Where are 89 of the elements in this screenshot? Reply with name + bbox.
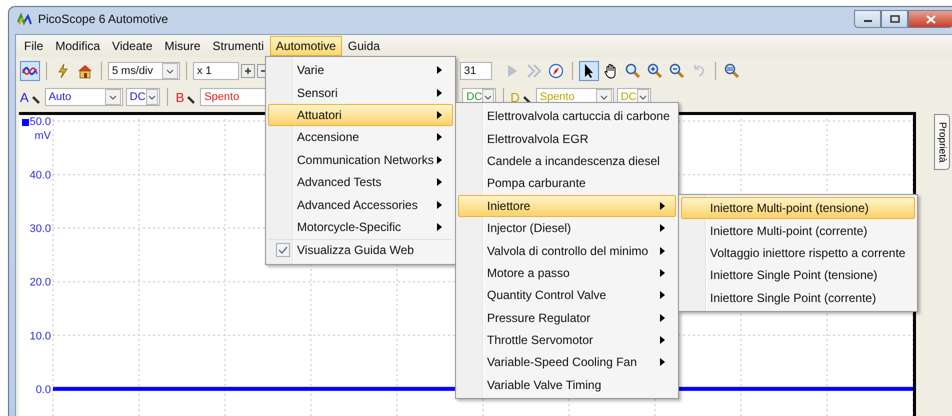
- y-tick-label: 40.0: [30, 170, 51, 182]
- zoom-in-icon[interactable]: [645, 61, 665, 81]
- menu-item[interactable]: Accensione: [268, 126, 453, 149]
- submenu-arrow-icon: [660, 291, 665, 300]
- menu-item[interactable]: Elettrovalvola EGR: [458, 127, 676, 150]
- zoom-out-icon[interactable]: [667, 61, 687, 81]
- range-dropdown[interactable]: Auto: [44, 88, 123, 106]
- menu-item[interactable]: Videate: [106, 36, 159, 56]
- channel-letter: B: [176, 90, 184, 104]
- submenu-arrow-icon: [660, 358, 665, 366]
- timebase-dropdown[interactable]: 5 ms/div: [108, 62, 180, 80]
- menu-item[interactable]: Variable Valve Timing: [458, 374, 676, 396]
- submenu-arrow-icon: [660, 268, 665, 277]
- y-tick-label: 50.0: [30, 116, 51, 128]
- properties-tab[interactable]: Proprietà: [934, 114, 950, 170]
- menu-item[interactable]: Advanced Accessories: [268, 193, 453, 216]
- menu-item[interactable]: Visualizza Guida Web: [268, 239, 453, 262]
- zoom-icon[interactable]: [623, 61, 643, 81]
- maximize-button[interactable]: [881, 10, 908, 28]
- menu-item[interactable]: Communication Networks: [268, 148, 453, 171]
- y-tick-label: 20.0: [30, 276, 51, 289]
- menu-item[interactable]: Sensori: [268, 81, 453, 104]
- menu-item[interactable]: Automotive: [270, 36, 342, 56]
- menu-item[interactable]: File: [18, 36, 50, 56]
- waveform-icon: [17, 12, 33, 26]
- menu-item[interactable]: Iniettore: [458, 194, 676, 217]
- submenu-arrow-icon: [437, 88, 442, 97]
- menu-item[interactable]: Pressure Regulator: [458, 306, 676, 329]
- menu-item[interactable]: Iniettore Multi-point (tensione): [681, 197, 915, 220]
- close-button[interactable]: [908, 10, 952, 28]
- submenu-arrow-icon: [437, 178, 442, 186]
- multiplier-field[interactable]: x 1: [193, 62, 239, 80]
- menu-item[interactable]: Advanced Tests: [268, 170, 453, 194]
- menu-item[interactable]: Misure: [158, 36, 207, 56]
- menu-item[interactable]: Elettrovalvola cartuccia di carbone: [458, 105, 676, 128]
- channel-letter: D: [510, 90, 520, 104]
- submenu-arrow-icon: [437, 222, 442, 231]
- caret-icon: [600, 94, 608, 100]
- menu-item[interactable]: Variable-Speed Cooling Fan: [458, 351, 676, 374]
- channel-letter: A: [20, 90, 29, 104]
- maximize-icon: [890, 15, 900, 23]
- menu-item[interactable]: Guida: [342, 36, 386, 56]
- plus-icon: [244, 67, 252, 75]
- menu-item[interactable]: Strumenti: [206, 36, 270, 56]
- minimize-button[interactable]: [854, 10, 881, 28]
- submenu-arrow-icon: [660, 202, 665, 210]
- scope-mode-button[interactable]: [20, 61, 40, 81]
- menu-item[interactable]: Motorcycle-Specific: [268, 216, 453, 238]
- menu-item[interactable]: Throttle Servomotor: [458, 328, 676, 352]
- coupling-dropdown[interactable]: DC: [126, 88, 160, 106]
- caret-icon: [166, 68, 174, 74]
- plus-button[interactable]: [241, 64, 255, 78]
- y-tick-label: 10.0: [30, 330, 51, 342]
- menu-item[interactable]: Attuatori: [268, 104, 453, 126]
- submenu-arrow-icon: [437, 200, 442, 209]
- zoom-full-icon[interactable]: [722, 61, 742, 81]
- menu-item[interactable]: Quantity Control Valve: [458, 284, 676, 307]
- menu-item[interactable]: Valvola di controllo del minimo: [458, 239, 676, 262]
- menu-item[interactable]: Varie: [268, 59, 453, 82]
- submenu-arrow-icon: [437, 66, 442, 74]
- menu-item[interactable]: Iniettore Multi-point (corrente): [681, 219, 915, 242]
- submenu-arrow-icon: [660, 336, 665, 344]
- capture-count-field[interactable]: 31: [460, 62, 492, 80]
- menu-item[interactable]: Modifica: [49, 36, 106, 56]
- y-tick-label: 30.0: [30, 223, 51, 236]
- y-tick-label: 0.0: [36, 384, 51, 396]
- submenu-arrow-icon: [660, 314, 665, 322]
- menu-item[interactable]: Motore a passo: [458, 262, 676, 284]
- caret-icon: [148, 94, 156, 100]
- submenu-arrow-icon: [437, 133, 442, 142]
- submenu-arrow-icon: [660, 224, 665, 232]
- menu-item[interactable]: Injector (Diesel): [458, 216, 676, 240]
- window-title: PicoScope 6 Automotive: [38, 12, 168, 26]
- menu-item[interactable]: Iniettore Single Point (corrente): [681, 286, 915, 309]
- caret-icon: [108, 94, 117, 100]
- compass-icon[interactable]: [546, 61, 566, 81]
- submenu-arrow-icon: [660, 246, 665, 255]
- close-icon: [926, 14, 936, 24]
- menu-item[interactable]: Pompa carburante: [458, 172, 676, 195]
- caret-icon: [638, 94, 647, 100]
- menu-item[interactable]: Voltaggio iniettore rispetto a corrente: [681, 242, 915, 264]
- menu-item[interactable]: Iniettore Single Point (tensione): [681, 264, 915, 287]
- submenu-arrow-icon: [437, 110, 442, 119]
- menu-item[interactable]: Candele a incandescenza diesel: [458, 150, 676, 172]
- pointer-icon[interactable]: [579, 61, 599, 81]
- channel-marker-icon: [22, 119, 29, 126]
- caret-icon: [484, 94, 492, 100]
- y-axis-unit: mV: [34, 130, 51, 142]
- submenu-arrow-icon: [437, 156, 442, 164]
